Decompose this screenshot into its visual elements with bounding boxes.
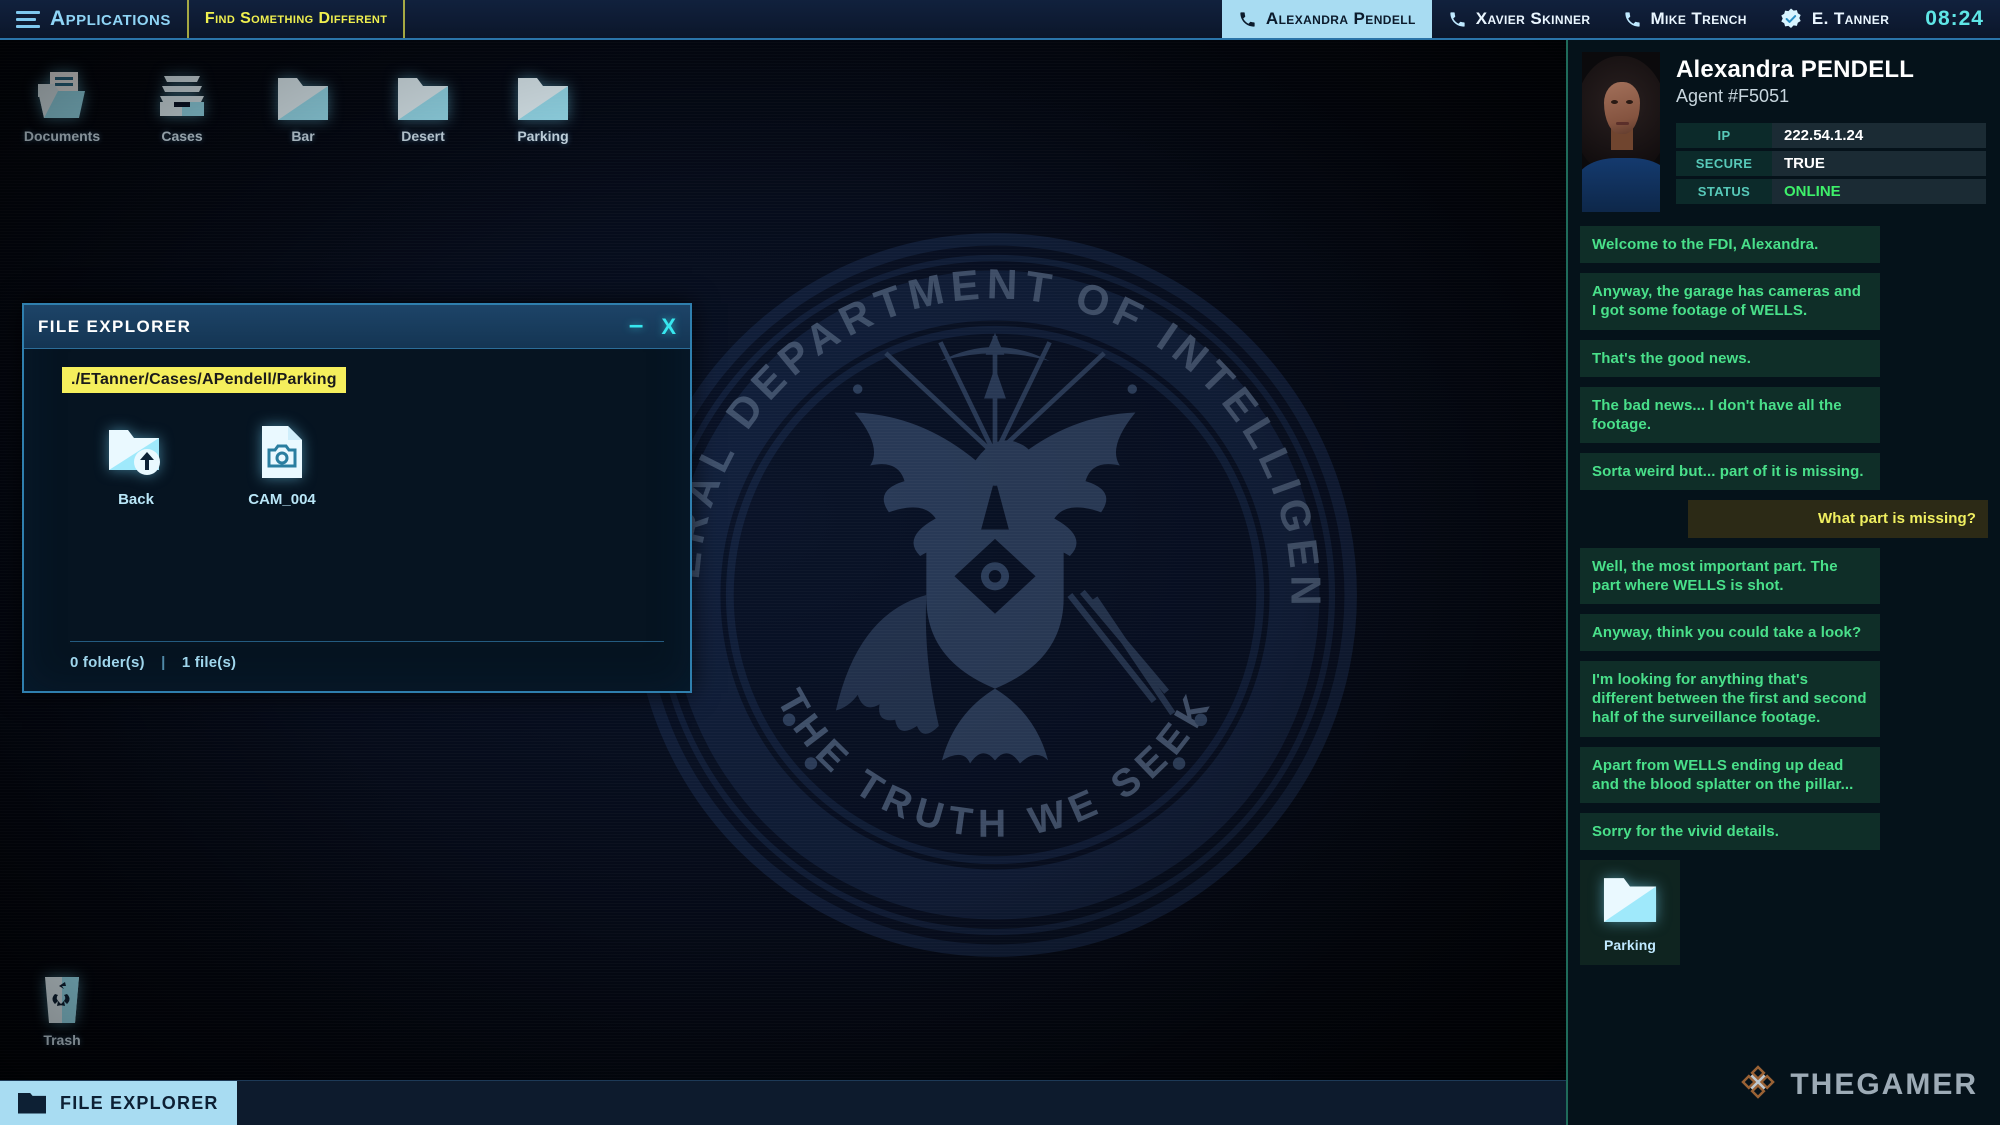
agent-info-table: IP 222.54.1.24 SECURE TRUE STATUS ONLINE xyxy=(1676,120,1986,207)
desktop-icon-label: Parking xyxy=(517,128,569,144)
taskbar-item-label: FILE EXPLORER xyxy=(60,1092,219,1113)
file-item-label: Back xyxy=(118,491,154,508)
field-key: STATUS xyxy=(1676,179,1772,204)
window-title: FILE EXPLORER xyxy=(38,316,192,336)
chat-message: Well, the most important part. The part … xyxy=(1580,547,1880,604)
folder-icon xyxy=(1590,874,1670,929)
attachment-label: Parking xyxy=(1603,937,1657,954)
chat-message: Sorry for the vivid details. xyxy=(1580,813,1880,851)
path-bar[interactable]: ./ETanner/Cases/APendell/Parking xyxy=(62,367,346,393)
status-separator: | xyxy=(161,654,166,671)
desktop-icon-trash[interactable]: Trash xyxy=(14,968,110,1048)
phone-icon xyxy=(1448,10,1467,29)
hamburger-icon xyxy=(16,10,40,28)
table-row: IP 222.54.1.24 xyxy=(1676,123,1986,148)
objective-text: Find something different xyxy=(204,10,388,27)
field-value: TRUE xyxy=(1772,151,1986,176)
taskbar: FILE EXPLORER xyxy=(0,1080,1566,1125)
file-item-back[interactable]: Back xyxy=(88,421,184,508)
agent-profile: Alexandra PENDELL Agent #F5051 IP 222.54… xyxy=(1568,40,2000,218)
folder-icon xyxy=(375,64,471,122)
folder-icon xyxy=(255,64,351,122)
contact-tab-mike-trench[interactable]: Mike Trench xyxy=(1607,0,1763,38)
desktop-icon-parking[interactable]: Parking xyxy=(495,64,591,144)
chat-thread[interactable]: Welcome to the FDI, Alexandra. Anyway, t… xyxy=(1568,218,2000,966)
avatar xyxy=(1582,52,1660,212)
field-value: 222.54.1.24 xyxy=(1772,123,1986,148)
desktop-icon-bar[interactable]: Bar xyxy=(255,64,351,144)
chat-message: Anyway, the garage has cameras and I got… xyxy=(1580,273,1880,330)
desktop-icon-label: Desert xyxy=(401,128,445,144)
chat-message: Anyway, think you could take a look? xyxy=(1580,613,1880,652)
table-row: SECURE TRUE xyxy=(1676,151,1986,176)
phone-icon xyxy=(1238,10,1257,29)
applications-label: Applications xyxy=(50,7,171,30)
seal-bottom-text: THE TRUTH WE SEEK xyxy=(768,682,1214,845)
field-key: SECURE xyxy=(1676,151,1772,176)
file-item-cam-004[interactable]: CAM_004 xyxy=(234,421,330,508)
desktop-icon-label: Trash xyxy=(43,1032,81,1048)
cases-tray-icon xyxy=(134,64,230,122)
chat-attachment-parking[interactable]: Parking xyxy=(1580,860,1680,966)
seal-top-text: FEDERAL DEPARTMENT OF INTELLIGENCE xyxy=(587,167,1323,612)
desktop-icon-documents[interactable]: Documents xyxy=(14,64,110,144)
window-titlebar[interactable]: FILE EXPLORER – X xyxy=(24,305,690,349)
agent-last-name: PENDELL xyxy=(1800,56,1915,83)
chat-message: Welcome to the FDI, Alexandra. xyxy=(1580,226,1880,264)
status-badge: ONLINE xyxy=(1772,179,1986,204)
minimize-button[interactable]: – xyxy=(629,311,643,337)
desktop-icon-label: Bar xyxy=(291,128,315,144)
applications-menu-button[interactable]: Applications xyxy=(0,0,187,38)
chat-message: I'm looking for anything that's differen… xyxy=(1580,661,1880,737)
field-key: IP xyxy=(1676,123,1772,148)
contact-name: Mike Trench xyxy=(1650,9,1747,28)
svg-text:THE TRUTH WE SEEK: THE TRUTH WE SEEK xyxy=(768,682,1221,845)
status-folder-count: 0 folder(s) xyxy=(70,654,145,671)
desktop-icon-cases[interactable]: Cases xyxy=(134,64,230,144)
table-row: STATUS ONLINE xyxy=(1676,179,1986,204)
contact-tab-xavier-skinner[interactable]: Xavier Skinner xyxy=(1432,0,1607,38)
agent-first-name: Alexandra xyxy=(1676,56,1794,83)
taskbar-item-file-explorer[interactable]: FILE EXPLORER xyxy=(0,1081,237,1125)
camera-file-icon xyxy=(234,421,330,483)
contact-name: Alexandra Pendell xyxy=(1265,9,1416,28)
status-file-count: 1 file(s) xyxy=(181,654,237,671)
folder-up-icon xyxy=(88,421,184,483)
objective-panel: Find something different xyxy=(189,0,404,38)
agent-id: Agent #F5051 xyxy=(1676,86,1790,106)
clock: 08:24 xyxy=(1925,7,1984,30)
phone-icon xyxy=(1623,10,1642,29)
file-explorer-window[interactable]: FILE EXPLORER – X ./ETanner/Cases/APende… xyxy=(22,303,692,693)
chat-message: The bad news... I don't have all the foo… xyxy=(1580,386,1880,444)
topbar: Applications Find something different Al… xyxy=(0,0,2000,40)
folder-icon xyxy=(495,64,591,122)
file-item-label: CAM_004 xyxy=(248,491,316,508)
topbar-divider xyxy=(403,0,406,38)
verified-badge-icon xyxy=(1779,7,1803,31)
watermark-text: THEGAMER xyxy=(1790,1067,1978,1101)
page-title: Alexandra PENDELL xyxy=(1676,56,1986,84)
chat-message: That's the good news. xyxy=(1580,339,1880,377)
recycle-bin-icon xyxy=(14,968,110,1026)
contact-name: E. Tanner xyxy=(1811,9,1890,28)
desktop-icon-label: Cases xyxy=(161,128,203,144)
fdi-seal: FEDERAL DEPARTMENT OF INTELLIGENCE THE T… xyxy=(570,167,1420,985)
contact-tab-alexandra-pendell[interactable]: Alexandra Pendell xyxy=(1221,0,1432,38)
contact-name: Xavier Skinner xyxy=(1475,9,1591,28)
svg-text:FEDERAL DEPARTMENT OF INTELLIG: FEDERAL DEPARTMENT OF INTELLIGENCE xyxy=(587,205,1330,612)
window-statusbar: 0 folder(s) | 1 file(s) xyxy=(70,641,664,671)
desktop-icon-label: Documents xyxy=(23,128,101,144)
contact-sidebar: Alexandra PENDELL Agent #F5051 IP 222.54… xyxy=(1566,40,2000,1125)
chat-message: Sorta weird but... part of it is missing… xyxy=(1580,453,1880,491)
documents-folder-icon xyxy=(14,64,110,122)
folder-icon xyxy=(18,1092,46,1114)
desktop-icon-desert[interactable]: Desert xyxy=(375,64,471,144)
chat-message-outgoing: What part is missing? xyxy=(1688,500,1988,538)
close-button[interactable]: X xyxy=(661,315,676,338)
thegamer-logo-icon xyxy=(1738,1062,1778,1107)
thegamer-watermark: THEGAMER xyxy=(1738,1062,1978,1107)
contact-tab-e-tanner[interactable]: E. Tanner xyxy=(1763,0,1905,38)
chat-message: Apart from WELLS ending up dead and the … xyxy=(1580,746,1880,803)
